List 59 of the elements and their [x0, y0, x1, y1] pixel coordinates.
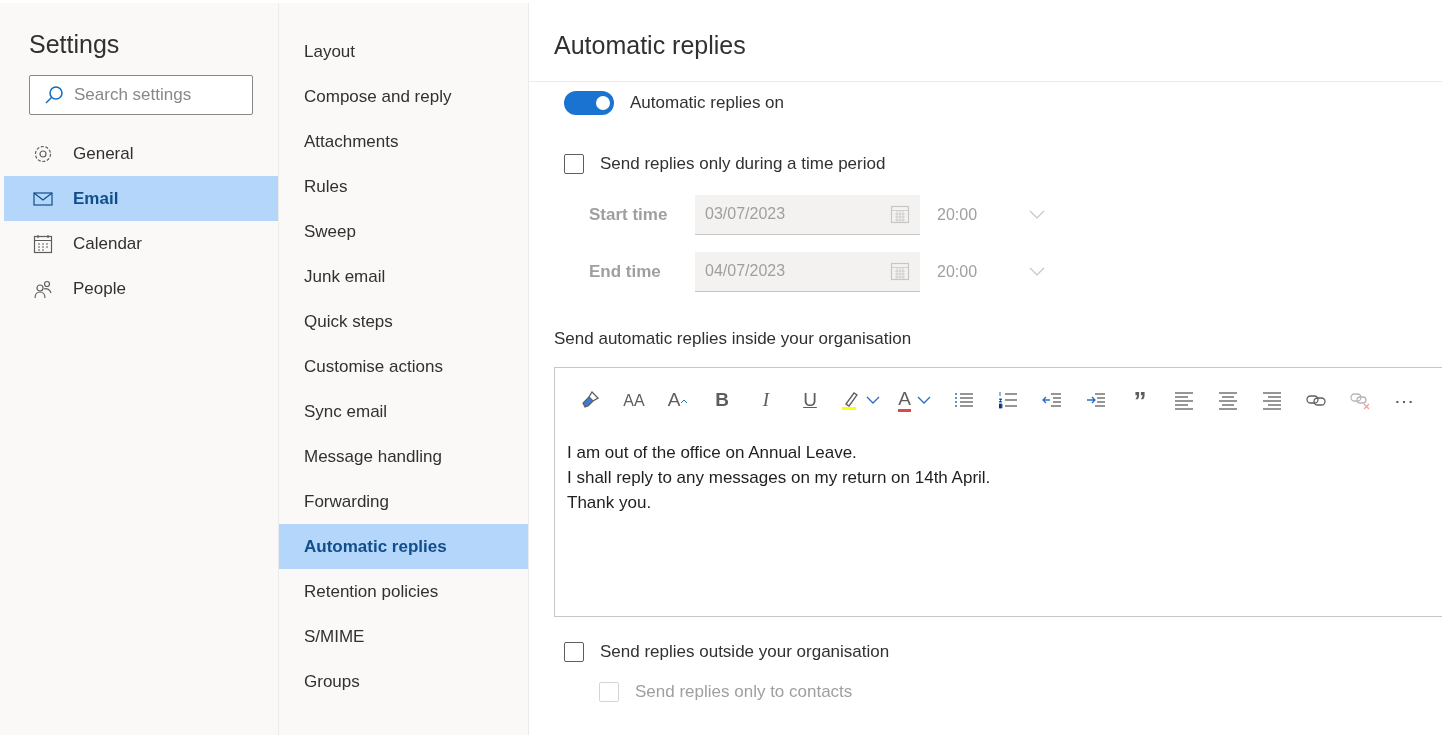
align-right-icon: [1262, 389, 1282, 412]
toolbar-button[interactable]: B: [700, 382, 744, 419]
search-field[interactable]: Search settings: [29, 75, 253, 115]
toolbar-button[interactable]: ⋯: [1382, 382, 1426, 419]
nav-item[interactable]: Email: [4, 176, 278, 221]
align-left-icon: [1174, 389, 1194, 412]
nav-item[interactable]: General: [4, 131, 278, 176]
toolbar-button[interactable]: A: [656, 382, 700, 419]
menu-item[interactable]: Sync email: [279, 389, 528, 434]
menu-item[interactable]: Message handling: [279, 434, 528, 479]
chevron-down-icon: [1029, 209, 1045, 220]
menu-item[interactable]: Layout: [279, 29, 528, 74]
nav-item[interactable]: Calendar: [4, 221, 278, 266]
section-label: Send automatic replies inside your organisation: [554, 328, 913, 350]
toolbar-button[interactable]: U: [788, 382, 832, 419]
message-line: Thank you.: [567, 491, 653, 514]
menu-item[interactable]: Junk email: [279, 254, 528, 299]
toolbar-button[interactable]: A: [887, 382, 942, 419]
checkbox[interactable]: [564, 154, 584, 174]
panel-title: Automatic replies: [529, 3, 1442, 82]
toolbar-button[interactable]: ”: [1118, 382, 1162, 419]
calendar-icon: [890, 204, 910, 224]
toolbar-button[interactable]: AA: [612, 382, 656, 419]
checkbox[interactable]: [564, 641, 584, 662]
chevron-down-icon: [865, 396, 880, 405]
checkbox-label: Send replies only to contacts: [635, 680, 853, 703]
menu-item[interactable]: Quick steps: [279, 299, 528, 344]
menu-item[interactable]: Customise actions: [279, 344, 528, 389]
align-center-icon: [1218, 389, 1238, 412]
field-label: Start time: [589, 203, 669, 226]
message-editor[interactable]: AA A B I U A ” ⋯ I am out of the office on Annual Leave. I shall reply to any messages on my return on 14th April. Thank you.: [554, 366, 1442, 617]
toolbar-button[interactable]: I: [744, 382, 788, 419]
checkbox-label: Send replies only during a time period: [600, 153, 886, 176]
menu-item[interactable]: Retention policies: [279, 569, 528, 614]
chevron-down-icon: [1029, 266, 1045, 277]
message-line: I am out of the office on Annual Leave.: [567, 441, 858, 464]
menu-item[interactable]: Groups: [279, 659, 528, 704]
toggle-label: Automatic replies on: [630, 92, 785, 115]
toggle-switch[interactable]: [564, 91, 614, 115]
menu-item[interactable]: Rules: [279, 164, 528, 209]
message-line: I shall reply to any messages on my return on 14th April.: [567, 466, 992, 489]
menu-item[interactable]: Compose and reply: [279, 74, 528, 119]
numbered-list-icon: [998, 389, 1018, 412]
chevron-down-icon: [916, 396, 931, 405]
menu-item[interactable]: Attachments: [279, 119, 528, 164]
calendar-icon: [33, 233, 53, 254]
menu-item[interactable]: S/MIME: [279, 614, 528, 659]
settings-title: Settings: [29, 29, 121, 59]
people-icon: [33, 278, 53, 299]
nav-item[interactable]: People: [4, 266, 278, 311]
search-icon: [44, 85, 64, 105]
menu-item[interactable]: Forwarding: [279, 479, 528, 524]
calendar-icon: [890, 261, 910, 281]
checkbox-label: Send replies outside your organisation: [600, 640, 890, 663]
gear-icon: [33, 143, 53, 164]
menu-item[interactable]: Sweep: [279, 209, 528, 254]
menu-item[interactable]: Automatic replies: [279, 524, 528, 569]
field-label: End time: [589, 260, 662, 283]
caret-up-icon: [680, 397, 689, 404]
